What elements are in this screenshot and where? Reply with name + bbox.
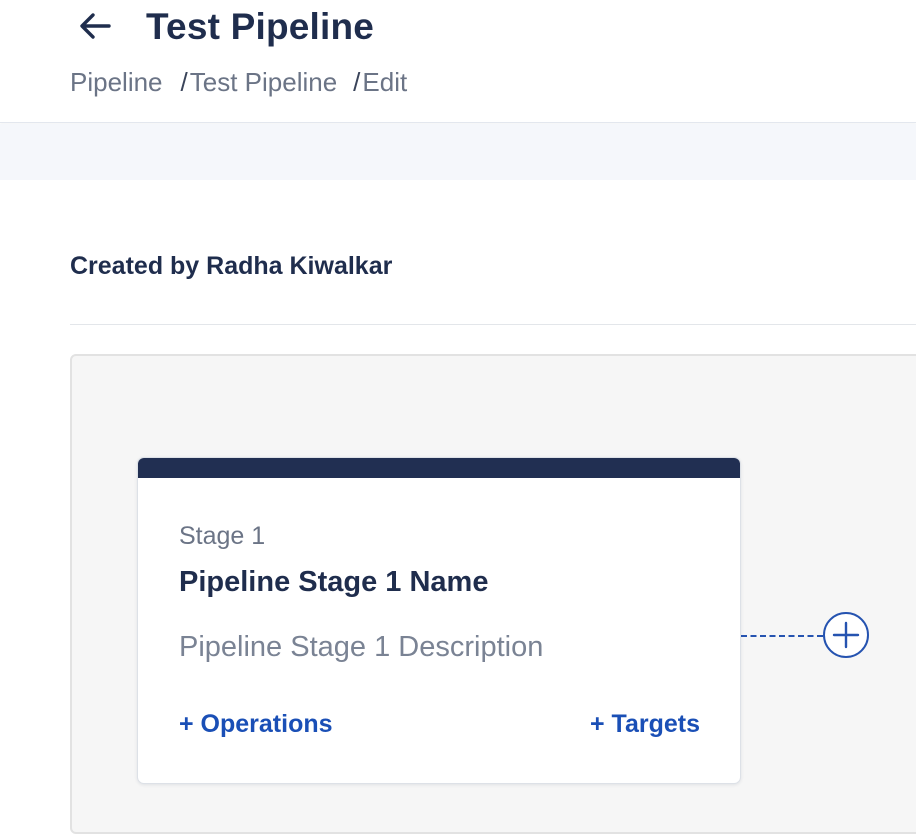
breadcrumb: Pipeline / Test Pipeline / Edit [70,66,407,98]
add-operations-button[interactable]: + Operations [179,710,333,739]
breadcrumb-item-edit: Edit [362,66,408,97]
add-stage-button[interactable] [822,612,870,660]
section-divider [70,324,916,325]
stage-card[interactable]: Stage 1 Pipeline Stage 1 Name Pipeline S… [137,457,741,784]
page-header: Test Pipeline Pipeline / Test Pipeline /… [0,0,916,123]
header-band [0,124,916,180]
page-title: Test Pipeline [146,6,375,47]
back-button[interactable] [76,8,114,44]
stage-connector-line [741,635,823,637]
stage-name: Pipeline Stage 1 Name [179,566,489,598]
stage-card-header-bar [138,458,740,478]
stage-description: Pipeline Stage 1 Description [179,631,544,663]
breadcrumb-item-pipeline[interactable]: Pipeline [70,67,163,98]
stage-number-label: Stage 1 [179,522,266,550]
breadcrumb-separator: / [180,66,188,97]
breadcrumb-separator: / [353,66,361,97]
add-targets-button[interactable]: + Targets [590,710,700,739]
breadcrumb-item-test-pipeline[interactable]: Test Pipeline [190,67,337,98]
plus-circle-icon [823,612,869,658]
arrow-left-icon [80,13,111,39]
created-by-label: Created by Radha Kiwalkar [70,252,393,280]
